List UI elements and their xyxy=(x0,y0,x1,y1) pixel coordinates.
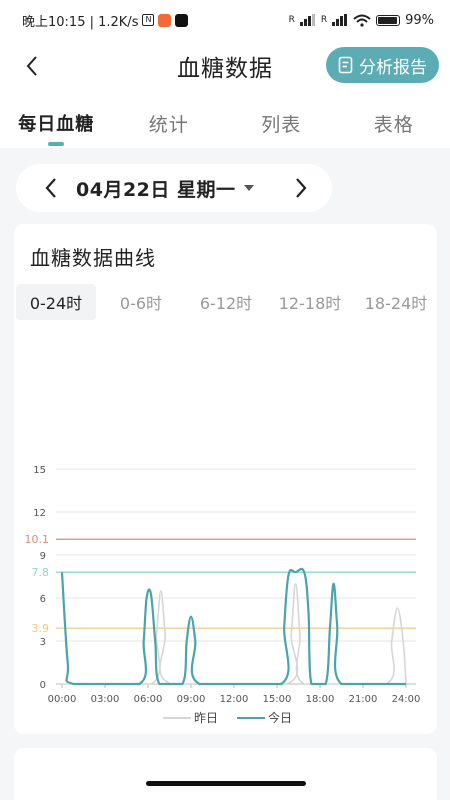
y-tick-label: 12 xyxy=(33,508,46,519)
x-tick-label: 00:00 xyxy=(48,694,77,705)
home-indicator[interactable] xyxy=(146,781,306,786)
glucose-line-chart: 0 3 6 9 12 15 10.1 7.8 3.9 00:00 03:00 06:00 09:00 12… xyxy=(25,465,421,725)
x-tick-label: 06:00 xyxy=(134,694,163,705)
legend-label: 昨日 xyxy=(194,711,218,725)
x-tick-label: 09:00 xyxy=(177,694,206,705)
secondary-card xyxy=(14,748,437,800)
legend-label: 今日 xyxy=(268,710,292,725)
x-tick-label: 03:00 xyxy=(91,694,120,705)
reference-line-label: 10.1 xyxy=(25,533,50,546)
y-tick-label: 9 xyxy=(40,551,46,562)
series-line-yesterday xyxy=(61,582,407,685)
x-tick-label: 24:00 xyxy=(392,694,421,705)
y-tick-label: 0 xyxy=(40,680,46,691)
x-tick-label: 21:00 xyxy=(349,694,378,705)
y-tick-label: 3 xyxy=(40,637,46,648)
reference-line-label: 7.8 xyxy=(32,566,50,579)
y-tick-label: 15 xyxy=(33,465,46,476)
reference-line-label: 3.9 xyxy=(32,622,50,635)
x-tick-label: 15:00 xyxy=(263,694,292,705)
y-tick-label: 6 xyxy=(40,594,46,605)
x-tick-label: 18:00 xyxy=(306,694,335,705)
x-tick-label: 12:00 xyxy=(220,694,249,705)
series-line-today xyxy=(60,567,406,686)
